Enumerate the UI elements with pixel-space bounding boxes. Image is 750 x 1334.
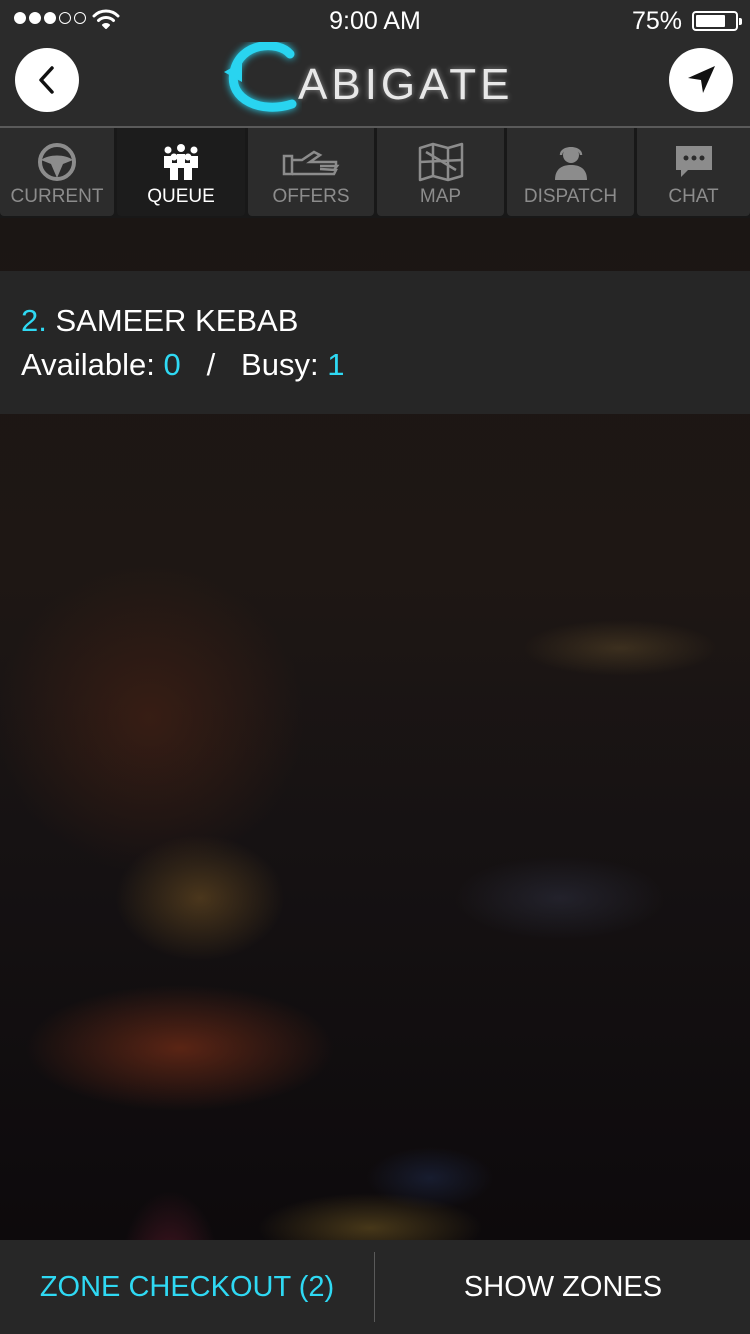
zone-checkout-button[interactable]: ZONE CHECKOUT (2) bbox=[0, 1240, 374, 1334]
operator-headset-icon bbox=[554, 147, 587, 180]
navigation-arrow-icon bbox=[688, 66, 715, 93]
logo-c-icon bbox=[224, 42, 297, 112]
people-group-icon bbox=[164, 144, 198, 180]
chevron-left-icon bbox=[39, 66, 54, 94]
tab-label: OFFERS bbox=[272, 186, 350, 207]
tab-current[interactable]: CURRENT bbox=[0, 128, 114, 216]
app-header: ABIGATE bbox=[0, 42, 750, 128]
count-separator: / bbox=[206, 347, 216, 382]
zone-card[interactable]: 2. SAMEER KEBAB Available: 0 / Busy: 1 bbox=[0, 271, 750, 414]
tab-map[interactable]: MAP bbox=[377, 128, 504, 216]
tab-label: CURRENT bbox=[10, 186, 104, 207]
battery-percent: 75% bbox=[631, 7, 682, 35]
app-logo: ABIGATE bbox=[222, 42, 512, 122]
chat-bubble-icon bbox=[675, 146, 712, 177]
battery-icon bbox=[692, 11, 742, 31]
footer-divider bbox=[374, 1252, 375, 1322]
tab-offers[interactable]: OFFERS bbox=[248, 128, 374, 216]
available-value: 0 bbox=[163, 347, 181, 382]
tab-chat[interactable]: CHAT bbox=[637, 128, 750, 216]
zone-counts: Available: 0 / Busy: 1 bbox=[21, 347, 344, 383]
zone-name: SAMEER KEBAB bbox=[55, 303, 299, 338]
available-label: Available: bbox=[21, 347, 155, 382]
tab-bar: CURRENT QUEUE OFFERS MAP DISPATCH CHAT bbox=[0, 128, 750, 218]
tab-dispatch[interactable]: DISPATCH bbox=[507, 128, 634, 216]
tab-label: MAP bbox=[419, 186, 462, 207]
show-zones-button[interactable]: SHOW ZONES bbox=[376, 1240, 750, 1334]
busy-value: 1 bbox=[327, 347, 345, 382]
status-bar: 9:00 AM 75% bbox=[0, 0, 750, 42]
bottom-action-bar: ZONE CHECKOUT (2) SHOW ZONES bbox=[0, 1240, 750, 1334]
back-button[interactable] bbox=[15, 48, 79, 112]
zone-title: 2. SAMEER KEBAB bbox=[21, 303, 298, 339]
tab-label: QUEUE bbox=[147, 186, 215, 207]
busy-label: Busy: bbox=[241, 347, 319, 382]
tab-queue[interactable]: QUEUE bbox=[117, 128, 245, 216]
logo-text: ABIGATE bbox=[298, 60, 514, 109]
location-button[interactable] bbox=[669, 48, 733, 112]
tab-label: DISPATCH bbox=[523, 186, 618, 207]
steering-wheel-icon bbox=[38, 143, 76, 181]
tab-label: CHAT bbox=[668, 186, 719, 207]
zone-number: 2. bbox=[21, 303, 47, 338]
hand-offer-icon bbox=[282, 150, 340, 176]
map-icon bbox=[418, 142, 463, 182]
